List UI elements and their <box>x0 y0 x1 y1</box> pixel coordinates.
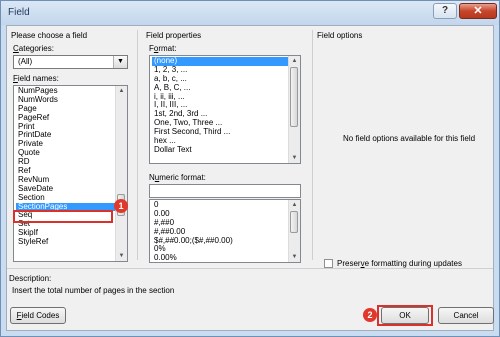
field-name-item[interactable]: Ref <box>16 167 115 176</box>
categories-label: Categories: <box>13 44 54 53</box>
help-icon: ? <box>441 5 449 16</box>
separator-bottom <box>7 268 493 269</box>
numeric-format-item[interactable]: 0.00% <box>152 254 288 262</box>
format-item[interactable]: 1st, 2nd, 3rd ... <box>152 110 288 119</box>
field-dialog: Field ? ✕ Please choose a field Categori… <box>0 0 500 337</box>
separator-left <box>137 30 138 260</box>
callout-badge-2: 2 <box>363 308 377 322</box>
scroll-thumb[interactable] <box>290 211 298 233</box>
scroll-thumb[interactable] <box>290 67 298 127</box>
field-names-label: Field names: <box>13 74 59 83</box>
format-item[interactable]: 1, 2, 3, ... <box>152 66 288 75</box>
no-options-text: No field options available for this fiel… <box>343 134 476 143</box>
format-list[interactable]: (none) 1, 2, 3, ... a, b, c, ... A, B, C, .… <box>149 55 301 164</box>
numeric-format-items: 0 0.00 #,##0 #,##0.00 $#,##0.00;($#,##0.00) 0… <box>152 201 288 262</box>
close-button[interactable]: ✕ <box>459 3 497 19</box>
help-button[interactable]: ? <box>433 3 457 19</box>
preserve-formatting-checkbox[interactable] <box>324 259 333 268</box>
scroll-down-icon[interactable]: ▼ <box>289 252 300 262</box>
chevron-down-icon[interactable]: ▼ <box>113 56 127 68</box>
close-icon: ✕ <box>473 5 483 17</box>
numeric-scrollbar[interactable]: ▲ ▼ <box>288 200 300 262</box>
format-item[interactable]: I, II, III, ... <box>152 101 288 110</box>
format-item[interactable]: hex ... <box>152 137 288 146</box>
field-name-item[interactable]: SkipIf <box>16 229 115 238</box>
format-item[interactable]: i, ii, iii, ... <box>152 93 288 102</box>
field-name-item[interactable]: PrintDate <box>16 131 115 140</box>
categories-value: (All) <box>18 57 33 66</box>
field-name-item[interactable]: Quote <box>16 149 115 158</box>
numeric-format-item[interactable]: 0% <box>152 245 288 254</box>
separator-right <box>312 30 313 260</box>
format-scrollbar[interactable]: ▲ ▼ <box>288 56 300 163</box>
numeric-format-item[interactable]: 0.00 <box>152 210 288 219</box>
scroll-up-icon[interactable]: ▲ <box>116 86 127 96</box>
field-options-heading: Field options <box>317 31 363 40</box>
scroll-down-icon[interactable]: ▼ <box>289 153 300 163</box>
field-properties-heading: Field properties <box>146 31 202 40</box>
field-names-list[interactable]: NumPages NumWords Page PageRef Print PrintDat… <box>13 85 128 262</box>
callout-badge-1: 1 <box>114 199 128 213</box>
field-name-item[interactable]: RevNum <box>16 176 115 185</box>
field-name-item[interactable]: Private <box>16 140 115 149</box>
format-item[interactable]: (none) <box>152 57 288 66</box>
field-name-item[interactable]: RD <box>16 158 115 167</box>
selected-field-highlight <box>13 210 113 223</box>
numeric-format-item[interactable]: 0 <box>152 201 288 210</box>
format-item[interactable]: A, B, C, ... <box>152 84 288 93</box>
description-label: Description: <box>9 274 52 283</box>
numeric-format-label: Numeric format: <box>149 173 206 182</box>
field-names-items: NumPages NumWords Page PageRef Print PrintDat… <box>16 87 115 247</box>
format-label: Format: <box>149 44 177 53</box>
format-item[interactable]: One, Two, Three ... <box>152 119 288 128</box>
preserve-formatting-label[interactable]: Preserve formatting during updates <box>337 259 462 268</box>
description-text: Insert the total number of pages in the … <box>12 286 175 295</box>
numeric-format-item[interactable]: $#,##0.00;($#,##0.00) <box>152 237 288 246</box>
field-names-scrollbar[interactable]: ▲ ▼ <box>115 86 127 261</box>
numeric-format-item[interactable]: #,##0.00 <box>152 228 288 237</box>
format-item[interactable]: Dollar Text <box>152 146 288 155</box>
field-name-item[interactable]: Print <box>16 123 115 132</box>
numeric-format-item[interactable]: #,##0 <box>152 219 288 228</box>
title-bar: Field ? ✕ <box>1 1 499 25</box>
field-name-item[interactable]: Section <box>16 194 115 203</box>
numeric-format-input[interactable] <box>149 184 301 198</box>
ok-button-highlight <box>377 305 433 326</box>
cancel-button[interactable]: Cancel <box>438 307 494 324</box>
field-codes-button[interactable]: Field Codes <box>10 307 66 324</box>
scroll-down-icon[interactable]: ▼ <box>116 251 127 261</box>
field-name-item[interactable]: NumWords <box>16 96 115 105</box>
numeric-format-list[interactable]: 0 0.00 #,##0 #,##0.00 $#,##0.00;($#,##0.00) 0… <box>149 199 301 263</box>
field-name-item[interactable]: Page <box>16 105 115 114</box>
dialog-title: Field <box>8 7 30 18</box>
field-name-item[interactable]: SaveDate <box>16 185 115 194</box>
scroll-up-icon[interactable]: ▲ <box>289 56 300 66</box>
field-name-item[interactable]: PageRef <box>16 114 115 123</box>
field-name-item[interactable]: NumPages <box>16 87 115 96</box>
format-items: (none) 1, 2, 3, ... a, b, c, ... A, B, C, .… <box>152 57 288 155</box>
format-item[interactable]: a, b, c, ... <box>152 75 288 84</box>
scroll-up-icon[interactable]: ▲ <box>289 200 300 210</box>
format-item[interactable]: First Second, Third ... <box>152 128 288 137</box>
choose-field-heading: Please choose a field <box>11 31 88 40</box>
categories-select[interactable]: (All) ▼ <box>13 55 128 69</box>
field-name-item[interactable]: StyleRef <box>16 238 115 247</box>
